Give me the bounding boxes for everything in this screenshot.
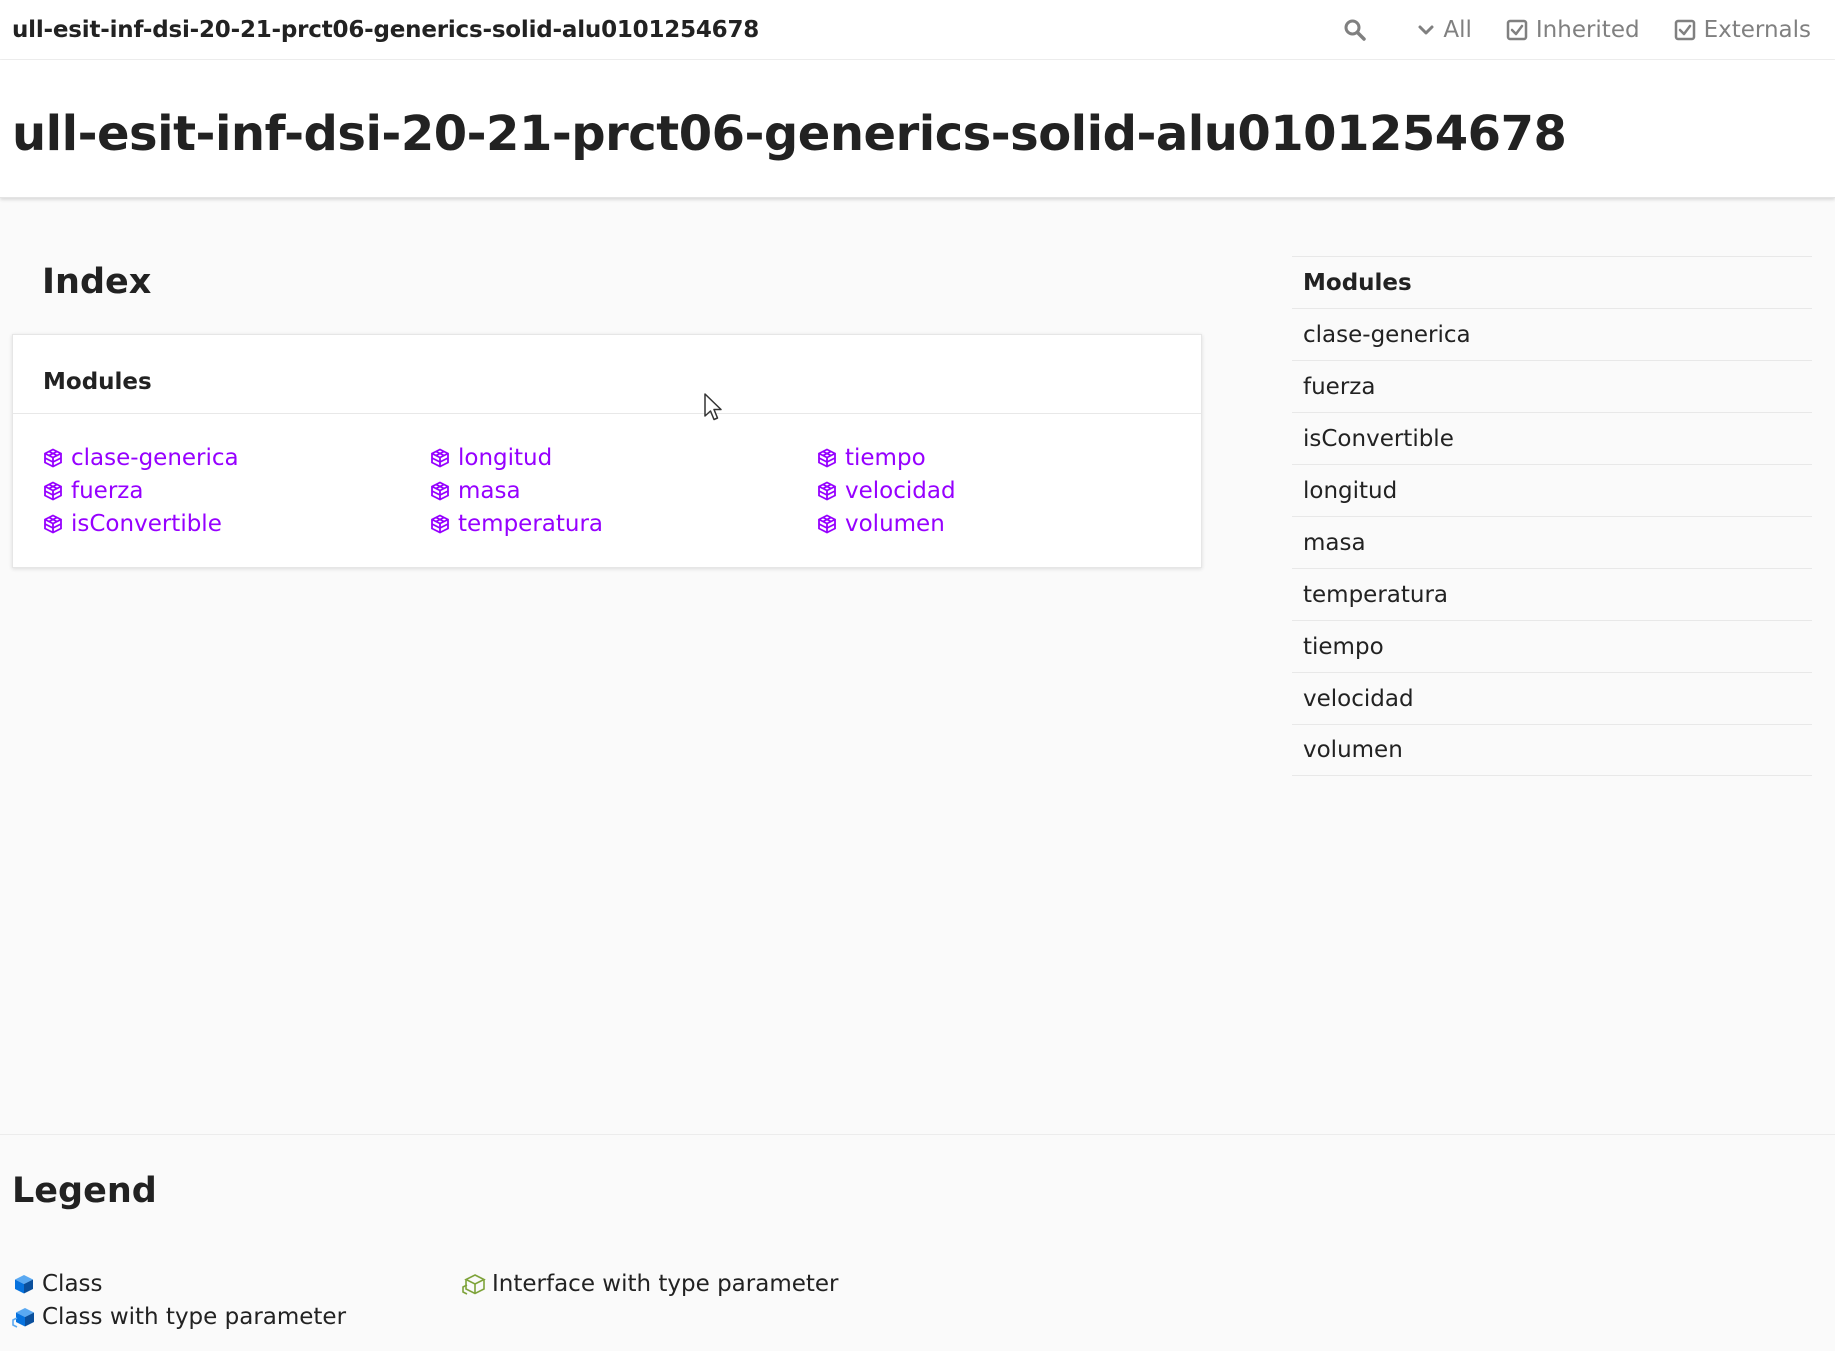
module-link-masa[interactable]: masa — [430, 474, 817, 507]
externals-toggle[interactable]: Externals — [1674, 17, 1811, 43]
sidebar-item-isconvertible[interactable]: isConvertible — [1292, 412, 1812, 464]
module-link-label: tiempo — [845, 444, 926, 471]
toolbar-title[interactable]: ull-esit-inf-dsi-20-21-prct06-generics-s… — [12, 17, 759, 43]
legend-item-class: Class — [12, 1267, 346, 1300]
sidebar-item-longitud[interactable]: longitud — [1292, 464, 1812, 516]
legend: Legend Class Class with type parameter I… — [0, 1134, 1835, 1351]
module-icon — [818, 513, 836, 534]
visibility-filter-label: All — [1443, 16, 1472, 43]
sidebar-item-fuerza[interactable]: fuerza — [1292, 360, 1812, 412]
module-icon — [431, 513, 449, 534]
legend-heading: Legend — [12, 1171, 157, 1211]
visibility-filter-select[interactable]: All — [1417, 17, 1472, 43]
search-icon[interactable] — [1343, 18, 1367, 42]
module-link-label: masa — [458, 477, 521, 504]
module-link-volumen[interactable]: volumen — [817, 507, 1173, 540]
legend-item-interface-type-parameter: Interface with type parameter — [462, 1267, 839, 1300]
class-type-parameter-icon — [12, 1307, 34, 1328]
sidebar-item-velocidad[interactable]: velocidad — [1292, 672, 1812, 724]
sidebar-item-clase-generica[interactable]: clase-generica — [1292, 308, 1812, 360]
legend-item-class-type-parameter: Class with type parameter — [12, 1300, 346, 1333]
externals-label: Externals — [1703, 16, 1811, 43]
module-link-label: volumen — [845, 510, 945, 537]
module-icon — [44, 513, 62, 534]
page-header: ull-esit-inf-dsi-20-21-prct06-generics-s… — [0, 60, 1835, 198]
sidebar-heading: Modules — [1292, 256, 1812, 308]
legend-column: Interface with type parameter — [462, 1267, 839, 1300]
modules-card: Modules clase-generica fuerza isConverti… — [12, 334, 1202, 568]
modules-card-heading: Modules — [43, 369, 152, 395]
module-icon — [44, 480, 62, 501]
sidebar-item-tiempo[interactable]: tiempo — [1292, 620, 1812, 672]
divider — [13, 413, 1201, 414]
modules-list: clase-generica fuerza isConvertible long… — [43, 441, 1173, 540]
module-link-fuerza[interactable]: fuerza — [43, 474, 430, 507]
module-link-label: clase-generica — [71, 444, 239, 471]
sidebar-item-volumen[interactable]: volumen — [1292, 724, 1812, 776]
module-link-label: temperatura — [458, 510, 604, 537]
checkbox-checked-icon — [1506, 19, 1528, 40]
page-title: ull-esit-inf-dsi-20-21-prct06-generics-s… — [12, 106, 1567, 162]
interface-type-parameter-icon — [462, 1273, 486, 1295]
module-link-label: longitud — [458, 444, 553, 471]
module-link-tiempo[interactable]: tiempo — [817, 441, 1173, 474]
legend-item-label: Interface with type parameter — [492, 1270, 839, 1297]
module-icon — [431, 447, 449, 468]
module-link-longitud[interactable]: longitud — [430, 441, 817, 474]
module-link-velocidad[interactable]: velocidad — [817, 474, 1173, 507]
toolbar-controls: All Inherited Externals — [1343, 17, 1823, 43]
module-link-label: fuerza — [71, 477, 144, 504]
class-icon — [15, 1274, 33, 1293]
legend-column: Class Class with type parameter — [12, 1267, 346, 1333]
module-link-temperatura[interactable]: temperatura — [430, 507, 817, 540]
module-icon — [431, 480, 449, 501]
chevron-down-icon — [1418, 25, 1434, 34]
inherited-label: Inherited — [1535, 16, 1640, 43]
checkbox-checked-icon — [1674, 19, 1695, 40]
mouse-cursor-icon — [704, 393, 722, 421]
module-link-clase-generica[interactable]: clase-generica — [43, 441, 430, 474]
sidebar-item-masa[interactable]: masa — [1292, 516, 1812, 568]
module-icon — [818, 480, 836, 501]
index-heading: Index — [42, 262, 152, 302]
module-icon — [818, 447, 836, 468]
module-icon — [44, 447, 62, 468]
module-link-label: isConvertible — [71, 510, 222, 537]
toolbar: ull-esit-inf-dsi-20-21-prct06-generics-s… — [0, 0, 1835, 60]
legend-item-label: Class with type parameter — [42, 1303, 347, 1330]
sidebar-item-temperatura[interactable]: temperatura — [1292, 568, 1812, 620]
module-link-isconvertible[interactable]: isConvertible — [43, 507, 430, 540]
inherited-toggle[interactable]: Inherited — [1506, 17, 1640, 43]
legend-item-label: Class — [42, 1270, 103, 1297]
module-link-label: velocidad — [845, 477, 956, 504]
sidebar-nav: Modules clase-generica fuerza isConverti… — [1292, 256, 1812, 776]
